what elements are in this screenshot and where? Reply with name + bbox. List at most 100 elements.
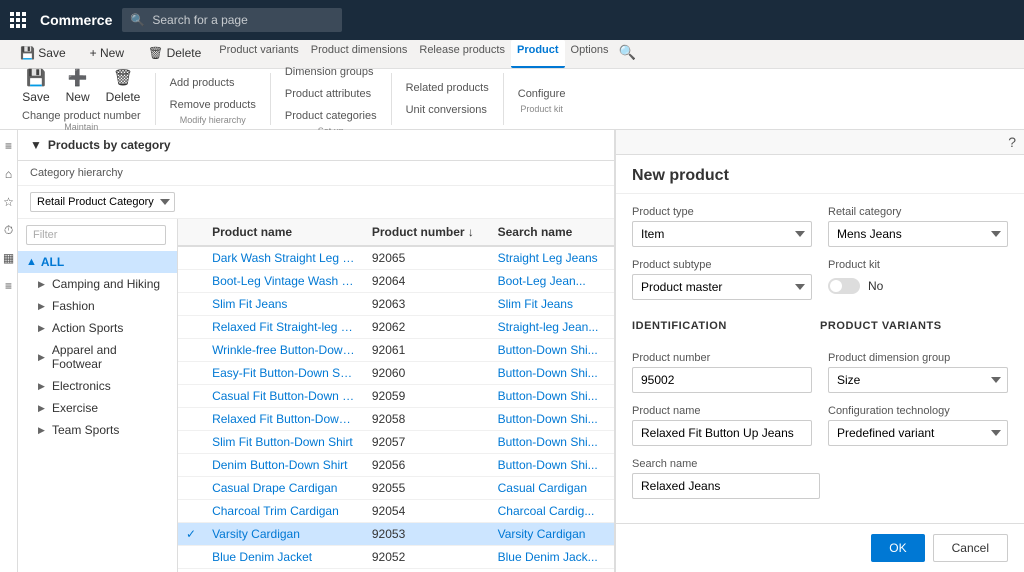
row-product-number: 92058 xyxy=(364,408,490,431)
table-row[interactable]: ✓Varsity Cardigan92053Varsity Cardigan xyxy=(178,523,614,546)
tree-item-fashion[interactable]: ▶ Fashion xyxy=(18,295,177,317)
tab-new-btn[interactable]: + New xyxy=(78,40,136,68)
row-product-name[interactable]: All Season Windbreaker xyxy=(204,569,364,572)
tree-item-teamsports[interactable]: ▶ Team Sports xyxy=(18,419,177,441)
np-retail-category-select[interactable]: Mens Jeans xyxy=(828,221,1008,247)
row-product-name[interactable]: Slim Fit Jeans xyxy=(204,293,364,316)
row-check xyxy=(178,477,204,500)
np-product-name-label: Product name xyxy=(632,405,812,417)
row-search-name: Varsity Cardigan xyxy=(490,523,614,546)
row-product-name[interactable]: Casual Drape Cardigan xyxy=(204,477,364,500)
row-product-number: 92059 xyxy=(364,385,490,408)
row-check xyxy=(178,500,204,523)
table-row[interactable]: Dark Wash Straight Leg Jeans92065Straigh… xyxy=(178,246,614,270)
tree-item-apparel[interactable]: ▶ Apparel and Footwear xyxy=(18,339,177,375)
table-row[interactable]: All Season Windbreaker92051Windbreaker xyxy=(178,569,614,572)
modify-label: Modify hierarchy xyxy=(180,115,246,125)
sidebar-list-icon[interactable]: ≡ xyxy=(1,278,17,294)
row-product-name[interactable]: Blue Denim Jacket xyxy=(204,546,364,569)
row-product-name[interactable]: Casual Fit Button-Down Shirt xyxy=(204,385,364,408)
row-product-name[interactable]: Relaxed Fit Straight-leg Jeans xyxy=(204,316,364,339)
sidebar-recent-icon[interactable]: ⏱ xyxy=(1,222,17,238)
delete-button[interactable]: 🗑 Delete xyxy=(100,66,147,106)
product-attributes-link[interactable]: Product attributes xyxy=(279,84,383,104)
table-row[interactable]: Wrinkle-free Button-Down Shirt92061Butto… xyxy=(178,339,614,362)
sidebar: ≡ ⌂ ☆ ⏱ ▦ ≡ xyxy=(0,130,18,572)
ok-button[interactable]: OK xyxy=(871,534,924,562)
tab-release-products[interactable]: Release products xyxy=(413,40,511,68)
table-row[interactable]: Slim Fit Jeans92063Slim Fit Jeans xyxy=(178,293,614,316)
table-row[interactable]: Relaxed Fit Button-Down Shirt92058Button… xyxy=(178,408,614,431)
sidebar-menu-icon[interactable]: ≡ xyxy=(1,138,17,154)
tab-save-btn-area[interactable]: 💾 Save xyxy=(8,40,78,68)
row-product-name[interactable]: Varsity Cardigan xyxy=(204,523,364,546)
save-button[interactable]: 💾 Save xyxy=(16,66,55,106)
sidebar-home-icon[interactable]: ⌂ xyxy=(1,166,17,182)
sidebar-modules-icon[interactable]: ▦ xyxy=(1,250,17,266)
np-config-tech-select[interactable]: Predefined variant xyxy=(828,420,1008,446)
sidebar-star-icon[interactable]: ☆ xyxy=(1,194,17,210)
row-product-name[interactable]: Slim Fit Button-Down Shirt xyxy=(204,431,364,454)
row-product-number: 92060 xyxy=(364,362,490,385)
tree-item-action[interactable]: ▶ Action Sports xyxy=(18,317,177,339)
tree-chevron-teamsports: ▶ xyxy=(38,425,48,436)
table-row[interactable]: Slim Fit Button-Down Shirt92057Button-Do… xyxy=(178,431,614,454)
np-product-type-label: Product type xyxy=(632,206,812,218)
np-product-number-input[interactable] xyxy=(632,367,812,393)
filter-input[interactable] xyxy=(26,225,166,245)
cancel-button[interactable]: Cancel xyxy=(933,534,1008,562)
np-search-name-input[interactable] xyxy=(632,473,820,499)
row-product-name[interactable]: Easy-Fit Button-Down Shirt xyxy=(204,362,364,385)
table-row[interactable]: Casual Drape Cardigan92055Casual Cardiga… xyxy=(178,477,614,500)
np-product-type-select[interactable]: Item xyxy=(632,221,812,247)
dimension-groups-link[interactable]: Dimension groups xyxy=(279,62,383,82)
np-product-name-input[interactable] xyxy=(632,420,812,446)
help-icon[interactable]: ? xyxy=(1008,134,1016,150)
new-button[interactable]: ➕ New xyxy=(60,66,96,106)
row-product-name[interactable]: Dark Wash Straight Leg Jeans xyxy=(204,246,364,270)
row-search-name: Boot-Leg Jean... xyxy=(490,270,614,293)
tree-item-camping[interactable]: ▶ Camping and Hiking xyxy=(18,273,177,295)
delete-label: Delete xyxy=(106,90,141,104)
table-row[interactable]: Casual Fit Button-Down Shirt92059Button-… xyxy=(178,385,614,408)
app-grid-icon[interactable] xyxy=(10,12,26,28)
table-row[interactable]: Relaxed Fit Straight-leg Jeans92062Strai… xyxy=(178,316,614,339)
remove-products-link[interactable]: Remove products xyxy=(164,95,262,115)
tree-chevron-camping: ▶ xyxy=(38,279,48,290)
category-select[interactable]: Retail Product Category xyxy=(30,192,175,212)
row-search-name: Casual Cardigan xyxy=(490,477,614,500)
row-check xyxy=(178,246,204,270)
row-product-name[interactable]: Boot-Leg Vintage Wash Jeans xyxy=(204,270,364,293)
unit-conversions-link[interactable]: Unit conversions xyxy=(400,100,495,120)
row-product-name[interactable]: Denim Button-Down Shirt xyxy=(204,454,364,477)
row-product-name[interactable]: Relaxed Fit Button-Down Shirt xyxy=(204,408,364,431)
tree-item-electronics[interactable]: ▶ Electronics xyxy=(18,375,177,397)
configure-link[interactable]: Configure xyxy=(512,84,572,104)
table-row[interactable]: Easy-Fit Button-Down Shirt92060Button-Do… xyxy=(178,362,614,385)
filter-icon: ▼ xyxy=(30,138,42,152)
tree-item-exercise[interactable]: ▶ Exercise xyxy=(18,397,177,419)
np-dimension-group-select[interactable]: Size xyxy=(828,367,1008,393)
tree-item-all[interactable]: ▲ ALL xyxy=(18,251,177,273)
table-row[interactable]: Denim Button-Down Shirt92056Button-Down … xyxy=(178,454,614,477)
th-search-name[interactable]: Search name xyxy=(490,219,614,246)
tab-delete-btn[interactable]: 🗑 Delete xyxy=(136,40,213,68)
np-product-kit-toggle[interactable] xyxy=(828,278,860,294)
tree-label-exercise: Exercise xyxy=(52,401,98,415)
product-categories-link[interactable]: Product categories xyxy=(279,106,383,126)
tab-product[interactable]: Product xyxy=(511,40,565,68)
row-product-name[interactable]: Wrinkle-free Button-Down Shirt xyxy=(204,339,364,362)
table-row[interactable]: Blue Denim Jacket92052Blue Denim Jack... xyxy=(178,546,614,569)
np-product-subtype-select[interactable]: Product master xyxy=(632,274,812,300)
table-row[interactable]: Boot-Leg Vintage Wash Jeans92064Boot-Leg… xyxy=(178,270,614,293)
search-nav-input[interactable] xyxy=(122,8,342,32)
th-product-number[interactable]: Product number ↓ xyxy=(364,219,490,246)
row-product-name[interactable]: Charcoal Trim Cardigan xyxy=(204,500,364,523)
related-products-link[interactable]: Related products xyxy=(400,78,495,98)
th-product-name[interactable]: Product name xyxy=(204,219,364,246)
ribbon-search-icon[interactable]: 🔍 xyxy=(614,40,639,68)
top-nav: Commerce 🔍 xyxy=(0,0,1024,40)
tab-options[interactable]: Options xyxy=(565,40,615,68)
table-row[interactable]: Charcoal Trim Cardigan92054Charcoal Card… xyxy=(178,500,614,523)
add-products-link[interactable]: Add products xyxy=(164,73,262,93)
